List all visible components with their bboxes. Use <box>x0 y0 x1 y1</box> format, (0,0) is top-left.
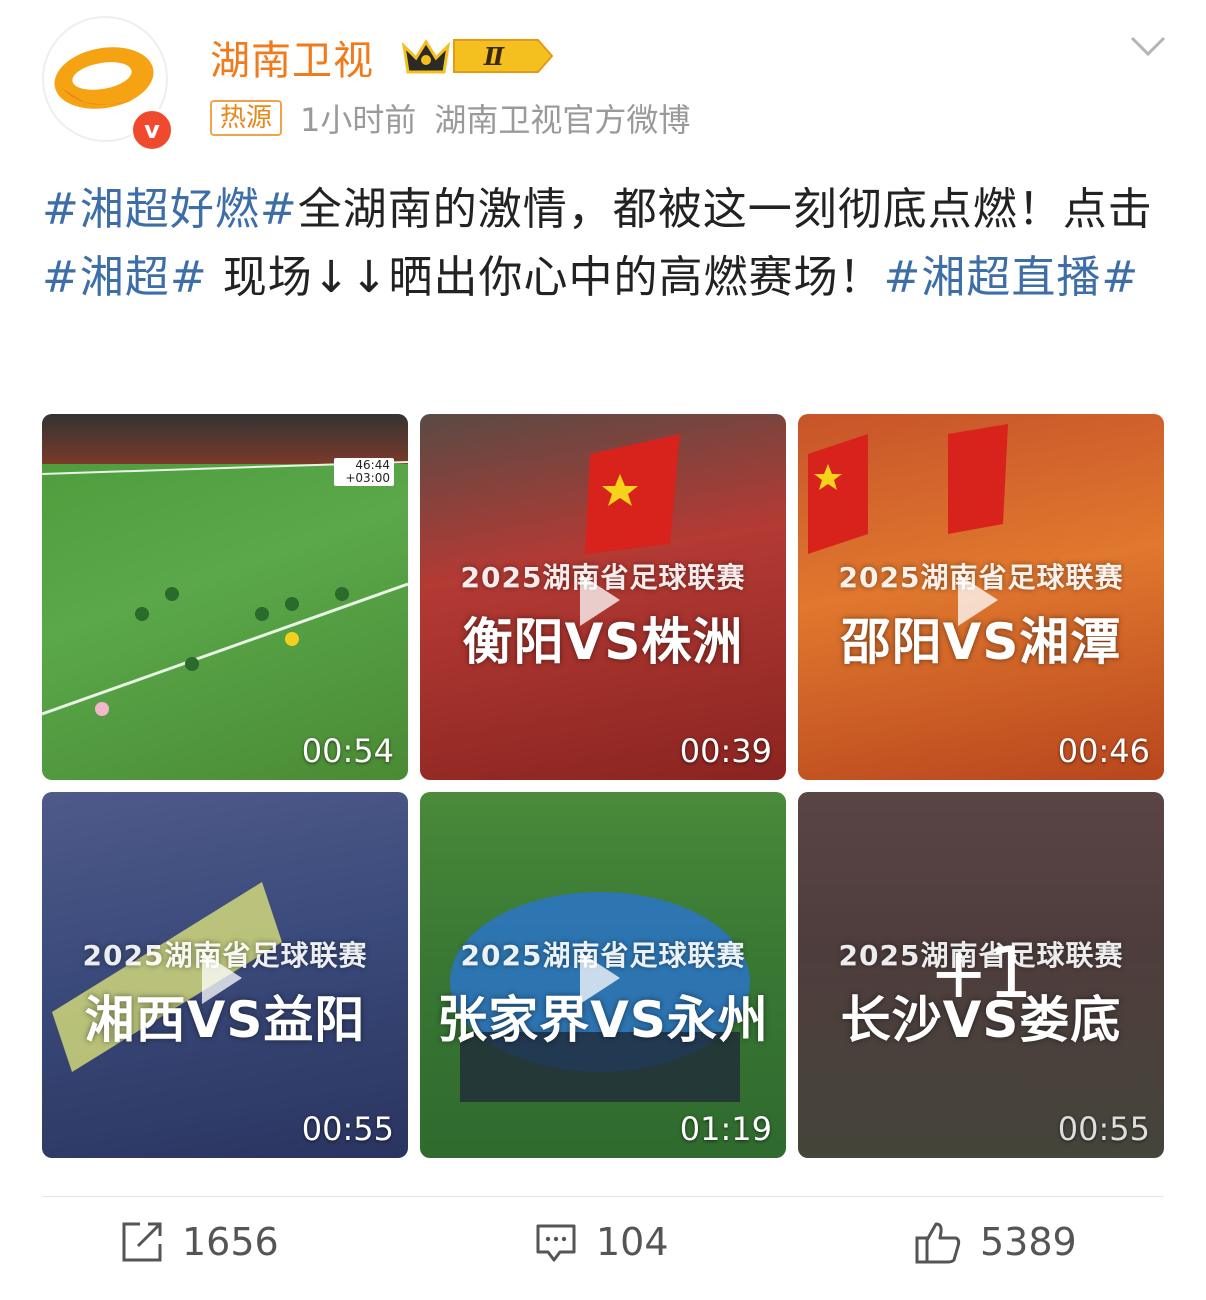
comment-button[interactable]: 104 <box>534 1220 669 1264</box>
post-source[interactable]: 湖南卫视官方微博 <box>434 95 690 141</box>
hot-source-badge[interactable]: 热源 <box>210 100 283 136</box>
video-thumbnail[interactable]: 46:44 +03:00 00:54 <box>42 414 408 780</box>
video-duration: 00:46 <box>1057 732 1150 770</box>
video-thumbnail[interactable]: 2025湖南省足球联赛 邵阳VS湘潭 00:46 <box>798 414 1164 780</box>
video-thumbnail[interactable]: 2025湖南省足球联赛 湘西VS益阳 00:55 <box>42 792 408 1158</box>
comment-count: 104 <box>596 1220 669 1264</box>
video-duration: 00:55 <box>1057 1110 1150 1148</box>
thumbs-up-icon <box>915 1222 961 1264</box>
post-header: v 湖南卫视 Ⅱ 热源 1小时前 湖南卫视官方微博 <box>42 16 1172 156</box>
video-thumbnail[interactable]: 2025湖南省足球联赛 衡阳VS株洲 00:39 <box>420 414 786 780</box>
play-icon <box>580 952 620 1004</box>
hashtag-link[interactable]: #湘超好燃# <box>42 184 298 235</box>
hashtag-link[interactable]: #湘超直播# <box>883 252 1139 303</box>
divider <box>42 1196 1164 1197</box>
play-icon <box>958 574 998 626</box>
post-text: #湘超好燃#全湖南的激情，都被这一刻彻底点燃！点击 #湘超# 现场↓↓晒出你心中的… <box>42 176 1166 312</box>
video-duration: 00:54 <box>301 732 394 770</box>
account-name[interactable]: 湖南卫视 <box>210 28 374 86</box>
video-grid: 46:44 +03:00 00:54 2025湖南省足球联赛 衡阳VS株洲 00… <box>42 414 1164 1158</box>
post-text-segment: 全湖南的激情，都被这一刻彻底点燃！点击 <box>297 184 1153 235</box>
video-duration: 01:19 <box>679 1110 772 1148</box>
crown-level-icon[interactable]: Ⅱ <box>398 34 558 82</box>
post-time: 1小时前 <box>300 101 417 139</box>
level-badge-text: Ⅱ <box>483 42 505 71</box>
verified-v-icon: v <box>130 108 174 152</box>
chevron-down-icon[interactable] <box>1128 32 1168 64</box>
action-bar: 1656 104 5389 <box>0 1220 1206 1280</box>
video-thumbnail[interactable]: 2025湖南省足球联赛 长沙VS娄底 +1 00:55 <box>798 792 1164 1158</box>
comment-icon <box>536 1224 576 1262</box>
more-count: +1 <box>929 932 1033 1014</box>
like-button[interactable]: 5389 <box>914 1220 1077 1264</box>
like-count: 5389 <box>980 1220 1077 1264</box>
video-thumbnail[interactable]: 2025湖南省足球联赛 张家界VS永州 01:19 <box>420 792 786 1158</box>
play-icon <box>202 952 242 1004</box>
repost-button[interactable]: 1656 <box>120 1220 279 1264</box>
hashtag-link[interactable]: #湘超# <box>42 252 208 303</box>
video-duration: 00:39 <box>679 732 772 770</box>
repost-count: 1656 <box>182 1220 279 1264</box>
play-icon <box>580 574 620 626</box>
avatar[interactable]: v <box>42 16 174 152</box>
match-clock: 46:44 +03:00 <box>334 458 394 486</box>
repost-icon <box>122 1222 162 1262</box>
post-text-segment: 现场↓↓晒出你心中的高燃赛场！ <box>207 252 884 303</box>
video-duration: 00:55 <box>301 1110 394 1148</box>
post-meta: 热源 1小时前 湖南卫视官方微博 <box>210 95 690 141</box>
